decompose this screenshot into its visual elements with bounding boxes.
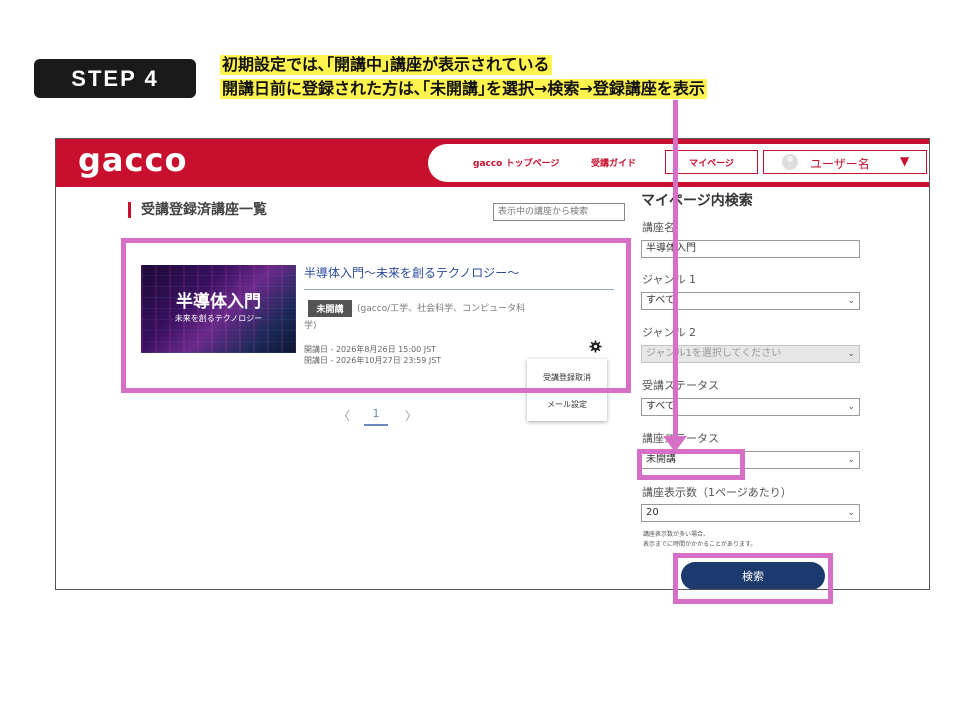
- nav-guide-link[interactable]: 受講ガイド: [591, 156, 636, 169]
- user-name: ユーザー名: [810, 157, 870, 171]
- genre2-value: ジャンル1を選択してください: [646, 348, 782, 359]
- page-title: 受講登録済講座一覧: [128, 202, 267, 218]
- genre2-label: ジャンル 2: [642, 326, 696, 339]
- header-bar: gacco gacco トップページ 受講ガイド マイページ ユーザー名 ▼: [56, 139, 929, 187]
- search-panel-title: マイページ内検索: [641, 193, 753, 209]
- header-nav: gacco トップページ 受講ガイド マイページ ユーザー名 ▼: [428, 144, 929, 182]
- chevron-down-icon: ⌄: [847, 296, 855, 306]
- gacco-logo[interactable]: gacco: [78, 141, 187, 179]
- user-menu[interactable]: ユーザー名 ▼: [763, 150, 927, 174]
- step-badge: STEP 4: [34, 59, 196, 98]
- genre1-value: すべて: [646, 295, 675, 306]
- chevron-down-icon: ⌄: [847, 402, 855, 412]
- chevron-down-icon: ⌄: [847, 508, 855, 518]
- attend-status-value: すべて: [646, 401, 675, 412]
- course-name-label: 講座名: [642, 221, 675, 234]
- display-count-select[interactable]: 20 ⌄: [641, 504, 860, 522]
- avatar: [782, 154, 798, 170]
- mypage-button[interactable]: マイページ: [665, 150, 758, 174]
- pager-next-icon[interactable]: 〉: [405, 407, 417, 424]
- chevron-down-icon: ⌄: [847, 455, 855, 465]
- attend-status-label: 受講ステータス: [642, 379, 719, 392]
- user-dropdown-icon: ▼: [900, 154, 910, 168]
- pager-prev-icon[interactable]: 〈: [338, 407, 350, 424]
- instruction-line-1: 初期設定では､｢開講中｣講座が表示されている: [220, 55, 552, 75]
- highlight-course-card: [121, 238, 631, 393]
- highlight-course-status: [637, 449, 745, 480]
- display-count-note-2: 表示までに時間がかかることがあります。: [643, 541, 757, 548]
- display-count-note-1: 講座表示数が多い場合、: [643, 531, 710, 538]
- annotation-arrow-line: [673, 100, 678, 440]
- chevron-down-icon: ⌄: [847, 349, 855, 359]
- display-count-label: 講座表示数（1ページあたり）: [642, 486, 792, 499]
- pager-page-1[interactable]: 1: [364, 407, 388, 426]
- genre1-label: ジャンル 1: [642, 273, 696, 286]
- highlight-search-button: [673, 553, 833, 604]
- instruction-line-2: 開講日前に登録された方は､｢未開講｣を選択→検索→登録講座を表示: [220, 79, 707, 99]
- mail-settings-menu-item[interactable]: メール設定: [527, 399, 607, 410]
- nav-top-page-link[interactable]: gacco トップページ: [473, 156, 559, 169]
- course-filter-input[interactable]: [493, 203, 625, 221]
- display-count-value: 20: [646, 507, 659, 518]
